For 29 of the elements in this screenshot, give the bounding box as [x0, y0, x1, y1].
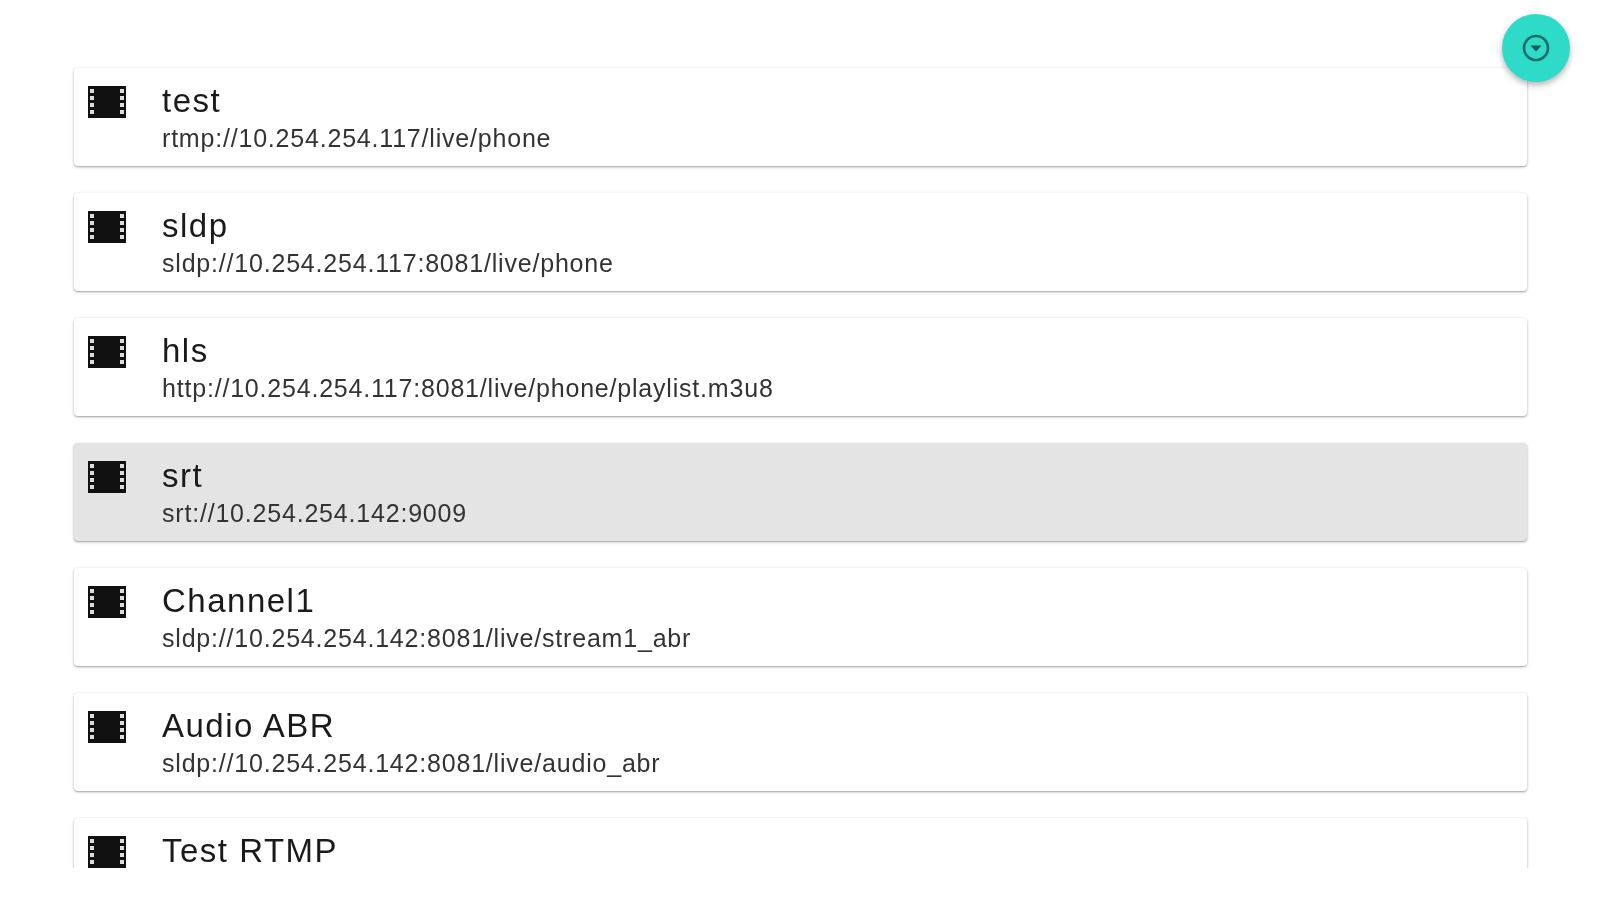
stream-name: Test RTMP [162, 832, 339, 868]
film-icon [88, 211, 126, 243]
stream-item[interactable]: srt srt://10.254.254.142:9009 [74, 443, 1527, 541]
film-icon [88, 711, 126, 743]
stream-item[interactable]: Channel1 sldp://10.254.254.142:8081/live/stream1_abr [74, 568, 1527, 666]
stream-item[interactable]: sldp sldp://10.254.254.117:8081/live/phone [74, 193, 1527, 291]
stream-url: rtmp://10.254.254.117/live/phone [162, 123, 552, 153]
stream-name: hls [162, 332, 210, 370]
stream-url: sldp://10.254.254.142:8081/live/audio_abr [162, 748, 661, 778]
stream-item[interactable]: hls http://10.254.254.117:8081/live/phone/playlist.m3u8 [74, 318, 1527, 416]
stream-name: test [162, 82, 223, 120]
caret-down-circle-icon [1521, 33, 1551, 63]
film-icon [88, 836, 126, 868]
stream-item[interactable]: test rtmp://10.254.254.117/live/phone [74, 68, 1527, 166]
stream-name: Audio ABR [162, 707, 337, 745]
dropdown-button[interactable] [1502, 14, 1570, 82]
film-icon [88, 336, 126, 368]
stream-name: sldp [162, 207, 230, 245]
stream-url: sldp://10.254.254.117:8081/live/phone [162, 248, 614, 278]
stream-name: Channel1 [162, 582, 317, 620]
stream-name: srt [162, 457, 205, 495]
stream-url: srt://10.254.254.142:9009 [162, 498, 467, 528]
film-icon [88, 86, 126, 118]
stream-item[interactable]: Test RTMP [74, 818, 1527, 868]
film-icon [88, 586, 126, 618]
film-icon [88, 461, 126, 493]
stream-url: http://10.254.254.117:8081/live/phone/playlist.m3u8 [162, 373, 774, 403]
stream-url: sldp://10.254.254.142:8081/live/stream1_abr [162, 623, 692, 653]
stream-item[interactable]: Audio ABR sldp://10.254.254.142:8081/live/audio_abr [74, 693, 1527, 791]
